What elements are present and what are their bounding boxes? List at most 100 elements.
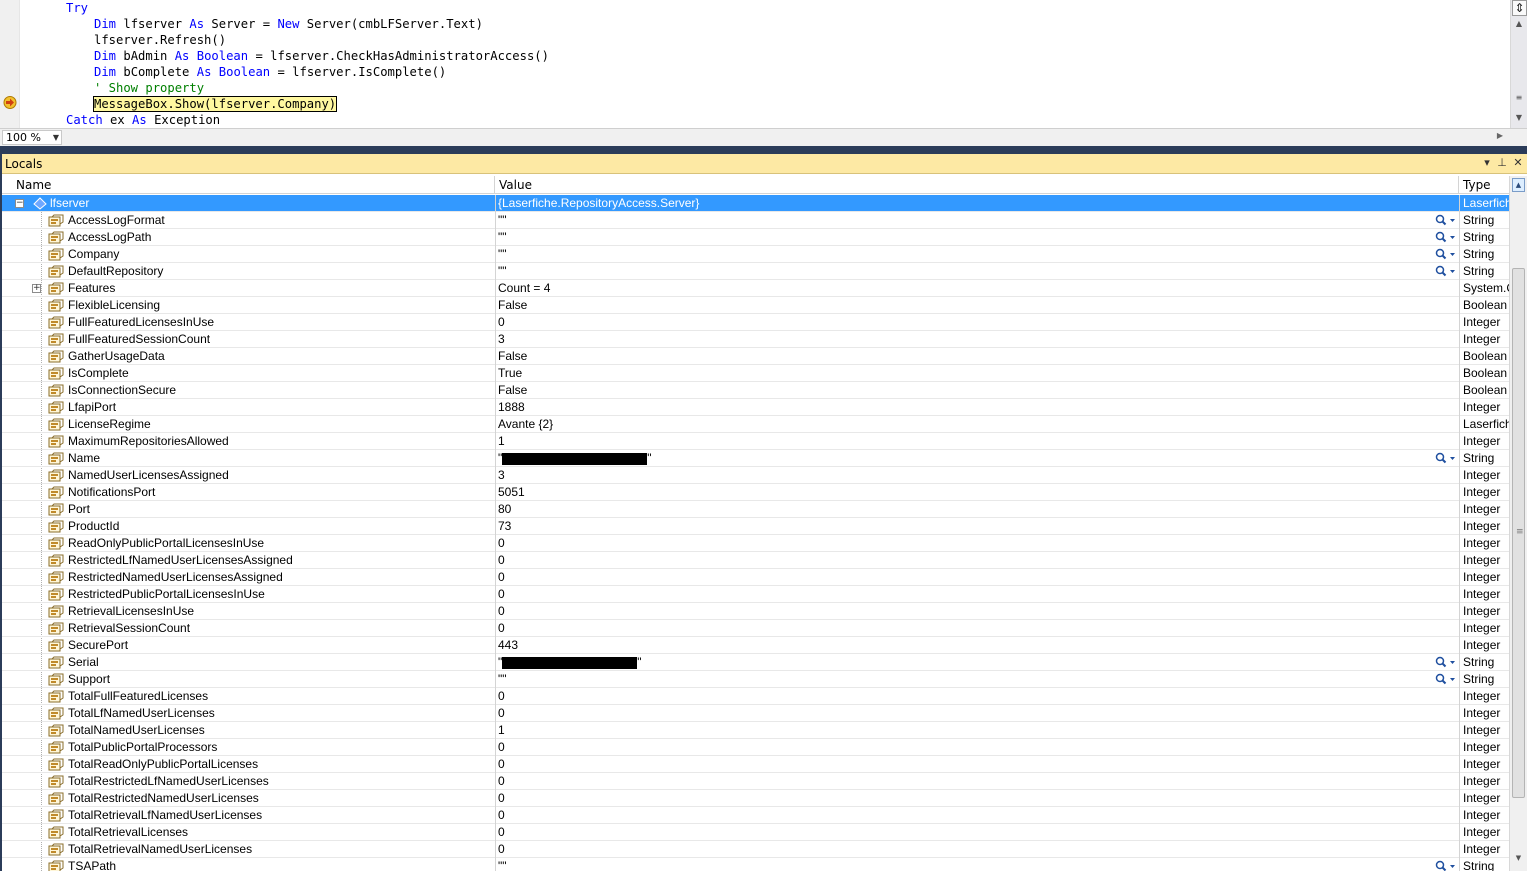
- variable-value[interactable]: 0: [498, 824, 1428, 841]
- variable-value[interactable]: 0: [498, 739, 1428, 756]
- locals-row[interactable]: TotalRetrievalNamedUserLicenses 0 Integer: [2, 841, 1509, 858]
- locals-row[interactable]: RestrictedPublicPortalLicensesInUse 0 Inte…: [2, 586, 1509, 603]
- code-line[interactable]: ' Show property: [94, 80, 204, 96]
- variable-value[interactable]: False: [498, 348, 1428, 365]
- locals-row[interactable]: MaximumRepositoriesAllowed 1 Integer: [2, 433, 1509, 450]
- locals-row[interactable]: TotalRestrictedNamedUserLicenses 0 Integer: [2, 790, 1509, 807]
- chevron-down-icon[interactable]: ▼: [53, 131, 59, 144]
- text-visualizer-icon[interactable]: [1434, 247, 1456, 262]
- code-line[interactable]: MessageBox.Show(lfserver.Company): [92, 96, 338, 112]
- locals-row[interactable]: + Features Count = 4 System.C: [2, 280, 1509, 297]
- variable-value[interactable]: 0: [498, 552, 1428, 569]
- locals-row[interactable]: Company "" String: [2, 246, 1509, 263]
- locals-row[interactable]: NotificationsPort 5051 Integer: [2, 484, 1509, 501]
- locals-row[interactable]: IsConnectionSecure False Boolean: [2, 382, 1509, 399]
- variable-value[interactable]: "": [498, 654, 1428, 671]
- locals-row[interactable]: TotalNamedUserLicenses 1 Integer: [2, 722, 1509, 739]
- variable-value[interactable]: "": [498, 671, 1428, 688]
- locals-row[interactable]: AccessLogFormat "" String: [2, 212, 1509, 229]
- variable-value[interactable]: False: [498, 297, 1428, 314]
- code-line[interactable]: Try: [66, 0, 88, 16]
- locals-row[interactable]: Support "" String: [2, 671, 1509, 688]
- variable-value[interactable]: 0: [498, 773, 1428, 790]
- scroll-thumb[interactable]: ≡: [1512, 268, 1525, 798]
- locals-row[interactable]: IsComplete True Boolean: [2, 365, 1509, 382]
- variable-value[interactable]: 1: [498, 722, 1428, 739]
- variable-value[interactable]: 0: [498, 841, 1428, 858]
- code-line[interactable]: Dim bAdmin As Boolean = lfserver.CheckHa…: [94, 48, 549, 64]
- scroll-up-icon[interactable]: ▲: [1512, 178, 1525, 192]
- locals-row[interactable]: ProductId 73 Integer: [2, 518, 1509, 535]
- locals-row[interactable]: RestrictedLfNamedUserLicensesAssigned 0 In…: [2, 552, 1509, 569]
- variable-value[interactable]: 0: [498, 688, 1428, 705]
- variable-value[interactable]: Count = 4: [498, 280, 1428, 297]
- variable-value[interactable]: Avante {2}: [498, 416, 1428, 433]
- locals-row[interactable]: GatherUsageData False Boolean: [2, 348, 1509, 365]
- variable-value[interactable]: {Laserfiche.RepositoryAccess.Server}: [498, 195, 1428, 212]
- code-line[interactable]: lfserver.Refresh(): [94, 32, 226, 48]
- variable-value[interactable]: "": [498, 212, 1428, 229]
- variable-value[interactable]: "": [498, 229, 1428, 246]
- locals-row[interactable]: TotalPublicPortalProcessors 0 Integer: [2, 739, 1509, 756]
- variable-value[interactable]: 0: [498, 807, 1428, 824]
- locals-vertical-scrollbar[interactable]: ▲ ≡ ▼: [1509, 176, 1527, 871]
- locals-grid[interactable]: − lfserver {Laserfiche.RepositoryAccess.Se…: [2, 195, 1509, 871]
- variable-value[interactable]: "": [498, 263, 1428, 280]
- locals-row[interactable]: LfapiPort 1888 Integer: [2, 399, 1509, 416]
- text-visualizer-icon[interactable]: [1434, 655, 1456, 670]
- scroll-right-icon[interactable]: ▶: [1497, 131, 1503, 140]
- locals-row[interactable]: TotalReadOnlyPublicPortalLicenses 0 Intege…: [2, 756, 1509, 773]
- column-header-name[interactable]: Name: [12, 176, 495, 194]
- variable-value[interactable]: 3: [498, 467, 1428, 484]
- locals-row[interactable]: TotalRestrictedLfNamedUserLicenses 0 Integ…: [2, 773, 1509, 790]
- text-visualizer-icon[interactable]: [1434, 672, 1456, 687]
- text-visualizer-icon[interactable]: [1434, 264, 1456, 279]
- variable-value[interactable]: 443: [498, 637, 1428, 654]
- variable-value[interactable]: 0: [498, 586, 1428, 603]
- locals-row[interactable]: TotalRetrievalLicenses 0 Integer: [2, 824, 1509, 841]
- dropdown-arrow-icon[interactable]: ▾: [1480, 156, 1494, 170]
- scroll-down-icon[interactable]: ▼: [1512, 112, 1526, 124]
- expand-icon[interactable]: +: [32, 284, 41, 293]
- locals-row[interactable]: AccessLogPath "" String: [2, 229, 1509, 246]
- locals-row[interactable]: TotalLfNamedUserLicenses 0 Integer: [2, 705, 1509, 722]
- locals-row[interactable]: TotalRetrievalLfNamedUserLicenses 0 Intege…: [2, 807, 1509, 824]
- variable-value[interactable]: True: [498, 365, 1428, 382]
- locals-row[interactable]: RetrievalSessionCount 0 Integer: [2, 620, 1509, 637]
- variable-value[interactable]: 0: [498, 620, 1428, 637]
- variable-value[interactable]: 3: [498, 331, 1428, 348]
- indicator-margin[interactable]: [0, 0, 20, 128]
- code-line[interactable]: Dim bComplete As Boolean = lfserver.IsCo…: [94, 64, 446, 80]
- column-header-value[interactable]: Value: [495, 176, 1459, 194]
- locals-row[interactable]: LicenseRegime Avante {2} Laserfich: [2, 416, 1509, 433]
- variable-value[interactable]: 5051: [498, 484, 1428, 501]
- code-editor[interactable]: Try Dim lfserver As Server = New Server(c…: [0, 0, 1527, 146]
- text-visualizer-icon[interactable]: [1434, 451, 1456, 466]
- text-visualizer-icon[interactable]: [1434, 859, 1456, 871]
- locals-row[interactable]: FlexibleLicensing False Boolean: [2, 297, 1509, 314]
- collapse-icon[interactable]: −: [15, 199, 24, 208]
- code-line[interactable]: Catch ex As Exception: [66, 112, 220, 128]
- column-header-type[interactable]: Type: [1459, 176, 1509, 194]
- text-visualizer-icon[interactable]: [1434, 230, 1456, 245]
- variable-value[interactable]: False: [498, 382, 1428, 399]
- locals-row[interactable]: FullFeaturedLicensesInUse 0 Integer: [2, 314, 1509, 331]
- variable-value[interactable]: 0: [498, 705, 1428, 722]
- locals-row[interactable]: RestrictedNamedUserLicensesAssigned 0 Inte…: [2, 569, 1509, 586]
- zoom-dropdown[interactable]: 100 % ▼: [2, 130, 62, 145]
- variable-value[interactable]: 1: [498, 433, 1428, 450]
- locals-row[interactable]: TSAPath "" String: [2, 858, 1509, 871]
- window-splitter[interactable]: [0, 146, 1527, 154]
- pin-icon[interactable]: ⊥: [1495, 156, 1509, 170]
- locals-row[interactable]: TotalFullFeaturedLicenses 0 Integer: [2, 688, 1509, 705]
- locals-row[interactable]: ReadOnlyPublicPortalLicensesInUse 0 Intege…: [2, 535, 1509, 552]
- locals-row[interactable]: NamedUserLicensesAssigned 3 Integer: [2, 467, 1509, 484]
- variable-value[interactable]: "": [498, 450, 1428, 467]
- locals-row[interactable]: FullFeaturedSessionCount 3 Integer: [2, 331, 1509, 348]
- locals-row[interactable]: Name " " String: [2, 450, 1509, 467]
- locals-row[interactable]: SecurePort 443 Integer: [2, 637, 1509, 654]
- split-window-icon[interactable]: ⇕: [1512, 0, 1527, 16]
- locals-row[interactable]: RetrievalLicensesInUse 0 Integer: [2, 603, 1509, 620]
- locals-row[interactable]: Serial " " String: [2, 654, 1509, 671]
- variable-value[interactable]: 0: [498, 603, 1428, 620]
